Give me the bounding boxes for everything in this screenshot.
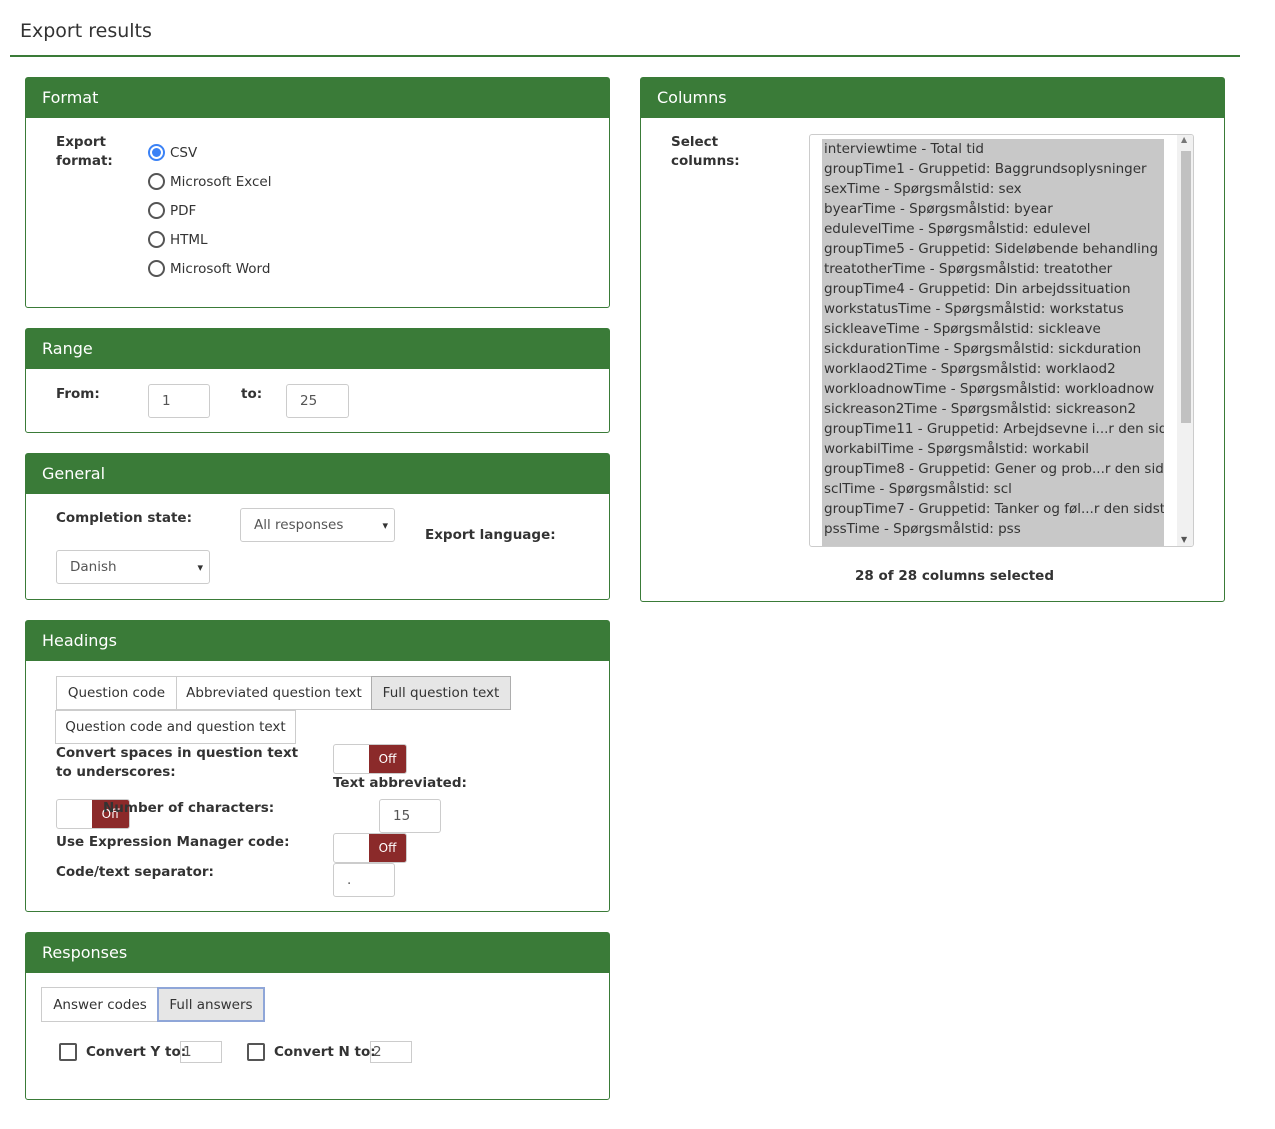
- toggle-state: Off: [369, 834, 406, 862]
- radio-circle-icon[interactable]: [148, 144, 165, 161]
- column-option[interactable]: groupTime1 - Gruppetid: Baggrundsoplysni…: [822, 159, 1164, 179]
- to-input[interactable]: 25: [286, 384, 349, 418]
- column-option[interactable]: workstatusTime - Spørgsmålstid: workstat…: [822, 299, 1164, 319]
- from-input[interactable]: 1: [148, 384, 210, 418]
- radio-label: HTML: [170, 231, 208, 248]
- convert-spaces-label: Convert spaces in question text to under…: [56, 745, 299, 780]
- number-of-characters-label: Number of characters:: [103, 800, 275, 816]
- column-option[interactable]: edulevelTime - Spørgsmålstid: edulevel: [822, 219, 1164, 239]
- tab-abbreviated-question-text[interactable]: Abbreviated question text: [176, 676, 372, 710]
- radio-csv[interactable]: CSV: [148, 144, 197, 161]
- column-option[interactable]: sickreason2Time - Spørgsmålstid: sickrea…: [822, 399, 1164, 419]
- export-format-label: Export format:: [56, 134, 113, 169]
- column-option[interactable]: groupTime11 - Gruppetid: Arbejdsevne i..…: [822, 419, 1164, 439]
- radio-label: Microsoft Word: [170, 260, 271, 277]
- columns-scrollbar[interactable]: ▲ ▼: [1177, 135, 1193, 546]
- export-language-label: Export language:: [425, 527, 556, 543]
- convert-spaces-toggle[interactable]: Off: [333, 744, 407, 774]
- export-language-value: Danish: [70, 559, 117, 575]
- column-option[interactable]: byearTime - Spørgsmålstid: byear: [822, 199, 1164, 219]
- completion-state-select[interactable]: All responses: [240, 508, 395, 542]
- columns-header: Columns: [641, 78, 1224, 118]
- radio-microsoft-word[interactable]: Microsoft Word: [148, 260, 270, 277]
- convert-n-checkbox[interactable]: [247, 1043, 265, 1061]
- headings-header: Headings: [26, 621, 609, 661]
- expression-manager-toggle[interactable]: Off: [333, 833, 407, 863]
- toggle-state: Off: [369, 745, 406, 773]
- columns-panel: Columns Select columns: interviewtime - …: [640, 77, 1225, 602]
- general-panel: General Completion state: All responses …: [25, 453, 610, 600]
- tab-answer-codes[interactable]: Answer codes: [41, 987, 159, 1022]
- format-header: Format: [26, 78, 609, 118]
- radio-circle-icon[interactable]: [148, 202, 165, 219]
- export-language-select[interactable]: Danish: [56, 550, 210, 584]
- radio-label: Microsoft Excel: [170, 173, 272, 190]
- separator-label: Code/text separator:: [56, 864, 214, 880]
- text-abbreviated-label: Text abbreviated:: [333, 775, 467, 791]
- responses-header: Responses: [26, 933, 609, 973]
- page-title: Export results: [20, 20, 152, 42]
- radio-html[interactable]: HTML: [148, 231, 208, 248]
- column-option[interactable]: groupTime8 - Gruppetid: Gener og prob...…: [822, 459, 1164, 479]
- tab-question-code[interactable]: Question code: [56, 676, 177, 710]
- title-divider: [10, 55, 1240, 57]
- completion-state-value: All responses: [254, 517, 344, 533]
- column-option[interactable]: worklaod2Time - Spørgsmålstid: worklaod2: [822, 359, 1164, 379]
- convert-y-input[interactable]: 1: [180, 1041, 222, 1063]
- radio-circle-icon[interactable]: [148, 231, 165, 248]
- from-label: From:: [56, 386, 100, 402]
- scroll-down-icon[interactable]: ▼: [1181, 535, 1187, 544]
- column-option[interactable]: sclTime - Spørgsmålstid: scl: [822, 479, 1164, 499]
- convert-y-checkbox[interactable]: [59, 1043, 77, 1061]
- column-option[interactable]: workabilTime - Spørgsmålstid: workabil: [822, 439, 1164, 459]
- columns-selected-status: 28 of 28 columns selected: [855, 568, 1054, 584]
- column-option[interactable]: sexTime - Spørgsmålstid: sex: [822, 179, 1164, 199]
- responses-panel: Responses Answer codes Full answers Conv…: [25, 932, 610, 1100]
- columns-listbox[interactable]: interviewtime - Total tid groupTime1 - Gr…: [809, 134, 1194, 547]
- convert-n-label: Convert N to:: [274, 1044, 376, 1060]
- radio-pdf[interactable]: PDF: [148, 202, 196, 219]
- tab-full-answers[interactable]: Full answers: [157, 987, 265, 1022]
- radio-label: CSV: [170, 144, 198, 161]
- radio-microsoft-excel[interactable]: Microsoft Excel: [148, 173, 272, 190]
- completion-state-label: Completion state:: [56, 510, 192, 526]
- column-option[interactable]: sickdurationTime - Spørgsmålstid: sickdu…: [822, 339, 1164, 359]
- column-option[interactable]: groupTime5 - Gruppetid: Sideløbende beha…: [822, 239, 1164, 259]
- scroll-thumb[interactable]: [1181, 151, 1191, 423]
- convert-n-input[interactable]: 2: [370, 1041, 412, 1063]
- headings-panel: Headings Question code Abbreviated quest…: [25, 620, 610, 912]
- column-option[interactable]: pssTime - Spørgsmålstid: pss: [822, 519, 1164, 539]
- general-header: General: [26, 454, 609, 494]
- to-label: to:: [241, 386, 263, 402]
- range-header: Range: [26, 329, 609, 369]
- number-of-characters-input[interactable]: 15: [379, 799, 441, 833]
- radio-label: PDF: [170, 202, 197, 219]
- expression-manager-label: Use Expression Manager code:: [56, 834, 290, 850]
- range-panel: Range From: 1 to: 25: [25, 328, 610, 433]
- select-columns-label: Select columns:: [671, 134, 740, 169]
- radio-circle-icon[interactable]: [148, 173, 165, 190]
- separator-input[interactable]: .: [333, 863, 395, 897]
- tab-question-code-and-text[interactable]: Question code and question text: [55, 710, 296, 744]
- column-option[interactable]: groupTime4 - Gruppetid: Din arbejdssitua…: [822, 279, 1164, 299]
- column-option[interactable]: sickleaveTime - Spørgsmålstid: sickleave: [822, 319, 1164, 339]
- radio-circle-icon[interactable]: [148, 260, 165, 277]
- tab-full-question-text[interactable]: Full question text: [371, 676, 511, 710]
- column-option[interactable]: treatotherTime - Spørgsmålstid: treatoth…: [822, 259, 1164, 279]
- convert-y-label: Convert Y to:: [86, 1044, 187, 1060]
- column-option[interactable]: workloadnowTime - Spørgsmålstid: workloa…: [822, 379, 1164, 399]
- scroll-up-icon[interactable]: ▲: [1181, 135, 1187, 144]
- column-option[interactable]: interviewtime - Total tid: [822, 139, 1164, 159]
- format-panel: Format Export format: CSV Microsoft Excel…: [25, 77, 610, 308]
- column-option[interactable]: groupTime7 - Gruppetid: Tanker og føl...…: [822, 499, 1164, 519]
